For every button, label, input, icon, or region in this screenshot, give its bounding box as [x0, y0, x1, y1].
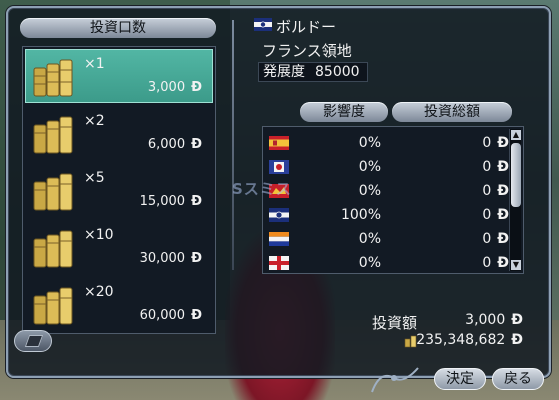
nation-row: 0% 0Ð — [263, 227, 525, 251]
influence-header: 影響度 — [300, 102, 388, 122]
nation-influence-table: 0% 0Ð 0% 0Ð 0% 0Ð 100% 0Ð 0% 0Ð 0% 0Ð ▲ … — [262, 126, 524, 274]
development-box: 発展度 85000 — [258, 62, 368, 82]
option-multiplier: ×10 — [84, 227, 114, 243]
option-amount-value: 6,000 — [147, 137, 186, 152]
gold-coins-icon — [33, 116, 73, 154]
option-amount-value: 15,000 — [139, 194, 186, 209]
influence-value: 0% — [358, 135, 381, 151]
investment-amount: 0 — [482, 207, 492, 223]
total-investment-header: 投資総額 — [392, 102, 512, 122]
investment-value: 0Ð — [482, 159, 509, 175]
player-funds-number: 235,348,682 — [416, 332, 506, 348]
ducat-symbol: Ð — [497, 135, 509, 151]
investment-units-header: 投資口数 — [20, 18, 216, 38]
investment-option-10[interactable]: ×10 30,000 Ð — [25, 220, 213, 274]
investment-option-20[interactable]: ×20 60,000 Ð — [25, 277, 213, 331]
corner-ornament-icon — [371, 367, 419, 393]
ducat-symbol: Ð — [511, 332, 523, 348]
investment-option-5[interactable]: ×5 15,000 Ð — [25, 163, 213, 217]
ducat-symbol: Ð — [497, 207, 509, 223]
ducat-symbol: Ð — [191, 80, 202, 95]
option-multiplier: ×20 — [84, 284, 114, 300]
option-amount: 30,000 Ð — [140, 251, 202, 266]
city-name: ボルドー — [276, 18, 337, 36]
back-button[interactable]: 戻る — [492, 368, 544, 390]
influence-value: 100% — [340, 207, 381, 223]
gold-coins-icon — [33, 59, 73, 97]
influence-value: 0% — [358, 231, 381, 247]
ducat-symbol: Ð — [191, 251, 202, 266]
gold-coins-icon — [33, 287, 73, 325]
investment-value: 0Ð — [482, 183, 509, 199]
option-amount-value: 3,000 — [147, 80, 186, 95]
scrollbar-thumb[interactable] — [511, 143, 521, 207]
ducat-symbol: Ð — [497, 255, 509, 271]
netherlands-flag-icon — [269, 232, 289, 246]
portugal-flag-icon — [269, 160, 289, 174]
chat-toggle-button[interactable] — [14, 330, 52, 352]
table-scrollbar[interactable]: ▲ ▼ — [509, 129, 521, 271]
influence-value: 0% — [358, 159, 381, 175]
gold-coins-icon — [33, 173, 73, 211]
influence-value: 0% — [358, 183, 381, 199]
option-amount: 6,000 Ð — [148, 137, 202, 152]
france-flag-icon — [269, 208, 289, 222]
option-multiplier: ×1 — [84, 56, 105, 72]
investment-value: 0Ð — [482, 135, 509, 151]
development-label: 発展度 — [263, 64, 305, 80]
investment-amount-label: 投資額 — [372, 314, 418, 332]
influence-value: 0% — [358, 255, 381, 271]
city-owner: フランス領地 — [262, 42, 352, 60]
panel-divider — [232, 20, 234, 270]
spain-flag-icon — [269, 136, 289, 150]
option-amount: 15,000 Ð — [140, 194, 202, 209]
investment-amount: 0 — [482, 255, 492, 271]
investment-amount: 0 — [482, 231, 492, 247]
ducat-symbol: Ð — [497, 159, 509, 175]
scroll-up-icon[interactable]: ▲ — [511, 130, 521, 140]
city-flag-icon — [254, 18, 272, 31]
nation-row: 0% 0Ð — [263, 179, 525, 203]
option-amount-value: 60,000 — [139, 308, 186, 323]
investment-units-list: ×1 3,000Ð ×2 6,000Ð ×5 15,000Ð ×10 30 — [22, 46, 216, 334]
investment-amount-number: 3,000 — [465, 312, 506, 328]
ducat-symbol: Ð — [511, 312, 523, 328]
option-multiplier: ×5 — [84, 170, 105, 186]
investment-amount: 0 — [482, 183, 492, 199]
scroll-down-icon[interactable]: ▼ — [511, 260, 521, 270]
decide-button[interactable]: 決定 — [434, 368, 486, 390]
investment-option-2[interactable]: ×2 6,000 Ð — [25, 106, 213, 160]
option-amount-value: 30,000 — [139, 251, 186, 266]
nation-row: 0% 0Ð — [263, 131, 525, 155]
chat-icon — [24, 335, 44, 347]
option-amount: 3,000 Ð — [148, 80, 202, 95]
investment-amount: 0 — [482, 159, 492, 175]
investment-amount: 0 — [482, 135, 492, 151]
ducat-symbol: Ð — [191, 194, 202, 209]
ducat-symbol: Ð — [191, 137, 202, 152]
nation-row: 100% 0Ð — [263, 203, 525, 227]
nation-row: 0% 0Ð — [263, 155, 525, 179]
development-value: 85000 — [315, 64, 360, 80]
nation-row: 0% 0Ð — [263, 251, 525, 275]
ducat-symbol: Ð — [191, 308, 202, 323]
player-funds-value: 235,348,682 Ð — [416, 332, 523, 348]
ducat-symbol: Ð — [497, 231, 509, 247]
gold-coins-icon — [33, 230, 73, 268]
player-name-overlay: Sスミス — [232, 180, 292, 198]
investment-value: 0Ð — [482, 231, 509, 247]
option-multiplier: ×2 — [84, 113, 105, 129]
ducat-symbol: Ð — [497, 183, 509, 199]
option-amount: 60,000 Ð — [140, 308, 202, 323]
investment-value: 0Ð — [482, 207, 509, 223]
investment-value: 0Ð — [482, 255, 509, 271]
investment-amount-value: 3,000 Ð — [465, 312, 523, 328]
england-flag-icon — [269, 256, 289, 270]
investment-option-1[interactable]: ×1 3,000 Ð — [25, 49, 213, 103]
